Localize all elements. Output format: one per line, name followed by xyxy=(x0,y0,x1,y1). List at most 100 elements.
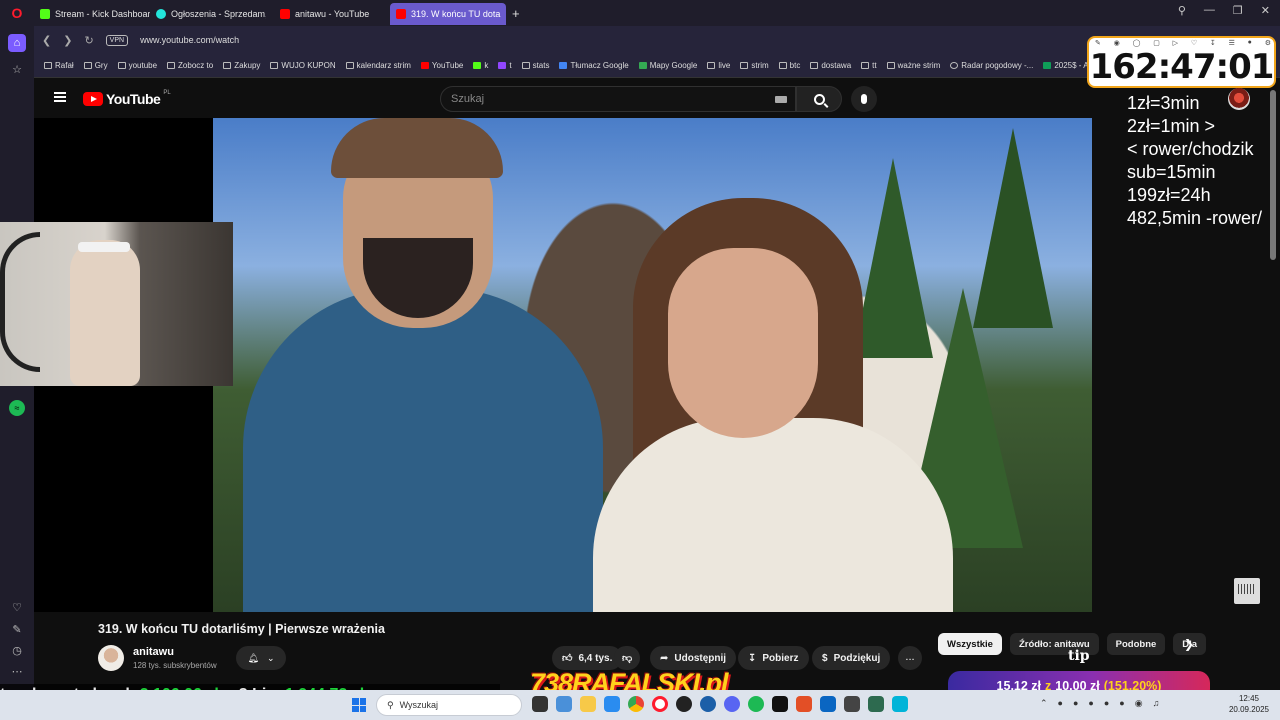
tray-app-icon[interactable]: ● xyxy=(1104,698,1109,709)
reload-icon[interactable]: ↻ xyxy=(84,34,93,47)
tab-video-active[interactable]: 319. W końcu TU dota xyxy=(390,3,506,25)
taskbar-clock[interactable]: 12:45 20.09.2025 xyxy=(1226,693,1272,715)
star-icon[interactable]: ☆ xyxy=(10,62,24,76)
vpn-badge[interactable]: VPN xyxy=(105,34,129,46)
bookmark-item[interactable]: strim xyxy=(740,61,769,70)
download-icon[interactable]: ↧ xyxy=(1210,39,1216,47)
channel-name[interactable]: anitawu xyxy=(133,646,174,658)
tab-anitawu[interactable]: anitawu - YouTube xyxy=(274,3,390,25)
forward-icon[interactable]: ❯ xyxy=(63,34,72,47)
video-frame-image[interactable] xyxy=(213,118,1092,612)
bookmark-item[interactable]: k xyxy=(473,61,488,70)
bookmark-item[interactable]: Zobocz to xyxy=(167,61,213,70)
spotify-icon[interactable] xyxy=(748,696,764,712)
cube-icon[interactable]: ▢ xyxy=(1153,39,1160,47)
channel-watermark-icon[interactable] xyxy=(1234,578,1260,604)
url-field[interactable]: www.youtube.com/watch xyxy=(140,35,239,45)
tray-app-icon[interactable]: ● xyxy=(1058,698,1063,709)
tab-kick-dashboard[interactable]: Stream - Kick Dashboard xyxy=(34,3,150,25)
settings-icon[interactable]: ⚙ xyxy=(1265,39,1271,47)
search-input[interactable] xyxy=(451,93,761,105)
channel-avatar[interactable] xyxy=(98,645,124,671)
search-tabs-icon[interactable]: ⚲ xyxy=(1178,4,1186,17)
home-icon[interactable]: ⌂ xyxy=(8,34,26,52)
opera-icon[interactable] xyxy=(652,696,668,712)
notification-button[interactable]: 🔔︎ ⌄ xyxy=(236,646,286,670)
keyboard-icon[interactable] xyxy=(775,96,787,103)
edit-icon[interactable]: ✎ xyxy=(10,622,24,636)
bookmark-item[interactable]: live xyxy=(707,61,730,70)
page-scrollbar[interactable] xyxy=(1270,90,1276,260)
chevron-up-icon[interactable]: ⌃ xyxy=(1040,698,1048,709)
bookmark-item[interactable]: btc xyxy=(778,61,800,70)
maximize-icon[interactable]: ❐ xyxy=(1233,4,1243,17)
dislike-button[interactable]: 👎︎ xyxy=(614,646,641,670)
obs-icon[interactable] xyxy=(676,696,692,712)
heart-icon[interactable]: ♡ xyxy=(10,600,24,614)
bookmark-item[interactable]: tt xyxy=(861,61,877,70)
play-icon[interactable]: ▷ xyxy=(1173,39,1178,47)
discord-icon[interactable] xyxy=(724,696,740,712)
youtube-logo[interactable]: YouTube PL xyxy=(83,90,171,107)
shield-icon[interactable]: ◯ xyxy=(1133,39,1141,47)
bookmark-item[interactable]: ważne strim xyxy=(886,61,940,70)
opera-logo-icon[interactable]: O xyxy=(0,0,34,26)
chrome-icon[interactable] xyxy=(628,696,644,712)
voice-search-button[interactable] xyxy=(851,86,877,112)
app-icon[interactable] xyxy=(820,696,836,712)
app-icon[interactable] xyxy=(844,696,860,712)
share-button[interactable]: ➦ Udostępnij xyxy=(650,646,737,670)
download-button[interactable]: ↧ Pobierz xyxy=(738,646,809,670)
store-icon[interactable] xyxy=(604,696,620,712)
edit-icon[interactable]: ✎ xyxy=(1095,39,1101,47)
chevron-right-icon[interactable]: ❯ xyxy=(1184,637,1194,651)
thanks-button[interactable]: $ Podziękuj xyxy=(812,646,891,670)
app-icon[interactable] xyxy=(892,696,908,712)
more-actions-button[interactable]: ... xyxy=(898,646,922,670)
app-icon[interactable] xyxy=(772,696,788,712)
tray-app-icon[interactable]: ● xyxy=(1119,698,1124,709)
bookmark-item[interactable]: WUJO KUPON xyxy=(270,61,336,70)
taskbar-search[interactable]: ⚲ Wyszukaj xyxy=(376,694,522,716)
app-icon[interactable] xyxy=(796,696,812,712)
file-explorer-icon[interactable] xyxy=(580,696,596,712)
like-button[interactable]: 👍︎ 6,4 tys. xyxy=(552,646,623,670)
bookmark-item[interactable]: Mapy Google xyxy=(638,61,697,70)
bookmark-item[interactable]: Rafał xyxy=(44,61,74,70)
bookmark-item[interactable]: stats xyxy=(521,61,549,70)
volume-icon[interactable]: ♫ xyxy=(1153,698,1160,709)
bookmark-item[interactable]: Radar pogodowy -... xyxy=(950,61,1033,70)
steam-icon[interactable] xyxy=(700,696,716,712)
bookmark-item[interactable]: YouTube xyxy=(420,61,463,70)
search-button[interactable] xyxy=(796,86,842,112)
windows-start-icon[interactable] xyxy=(352,698,366,712)
menu-icon[interactable] xyxy=(54,92,66,102)
menu-icon[interactable]: ☰ xyxy=(1229,39,1235,47)
close-icon[interactable]: ✕ xyxy=(1261,4,1270,17)
bookmark-item[interactable]: Gry xyxy=(83,61,108,70)
bookmark-item[interactable]: dostawa xyxy=(810,61,851,70)
minimize-icon[interactable]: — xyxy=(1204,4,1215,17)
spotify-icon[interactable]: ≈ xyxy=(9,400,25,416)
tray-app-icon[interactable]: ● xyxy=(1088,698,1093,709)
back-icon[interactable]: ❮ xyxy=(42,34,51,47)
task-view-icon[interactable] xyxy=(532,696,548,712)
bookmark-item[interactable]: kalendarz strim xyxy=(345,61,411,70)
bookmark-item[interactable]: t xyxy=(498,61,512,70)
bookmark-item[interactable]: Zakupy xyxy=(223,61,260,70)
tray-app-icon[interactable]: ● xyxy=(1073,698,1078,709)
more-icon[interactable]: ⋯ xyxy=(10,664,24,678)
heart-icon[interactable]: ♡ xyxy=(1191,39,1197,47)
profile-icon[interactable]: ● xyxy=(1248,39,1252,47)
camera-icon[interactable]: ◉ xyxy=(1114,39,1120,47)
tab-ogloszenia[interactable]: Ogłoszenia - Sprzedam, k xyxy=(150,3,266,25)
new-tab-icon[interactable]: + xyxy=(512,6,520,21)
app-icon[interactable] xyxy=(868,696,884,712)
chip-all[interactable]: Wszystkie xyxy=(938,633,1002,655)
widgets-icon[interactable] xyxy=(556,696,572,712)
wifi-icon[interactable]: ◉ xyxy=(1135,698,1143,709)
bookmark-item[interactable]: youtube xyxy=(117,61,157,70)
bookmark-item[interactable]: Tłumacz Google xyxy=(559,61,629,70)
history-icon[interactable]: ◷ xyxy=(10,643,24,657)
chip-similar[interactable]: Podobne xyxy=(1106,633,1166,655)
